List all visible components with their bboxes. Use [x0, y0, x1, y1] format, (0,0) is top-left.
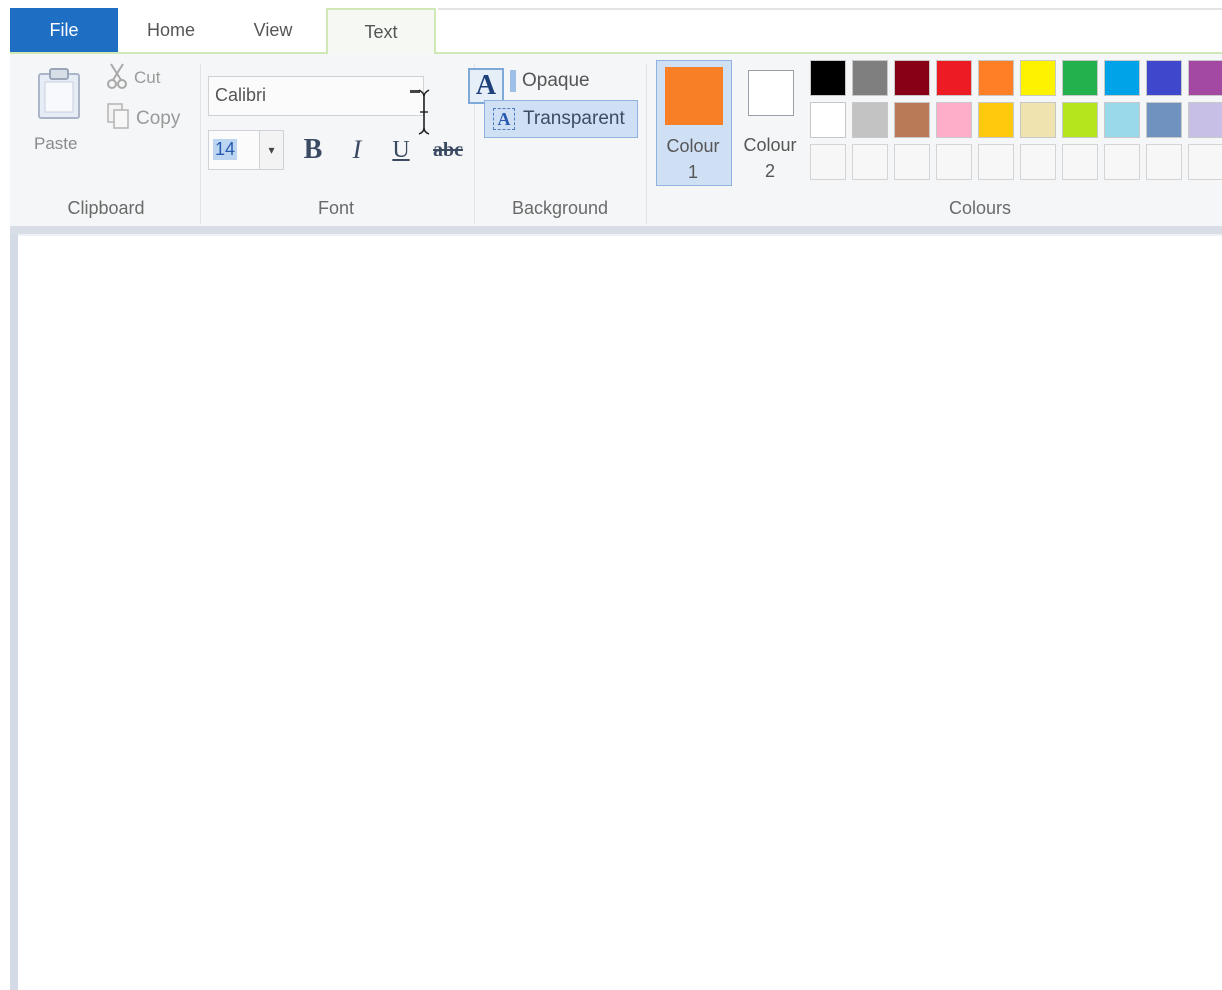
palette-colour-swatch[interactable] — [894, 60, 930, 96]
paste-button-label[interactable]: Paste — [34, 134, 77, 154]
palette-custom-slot[interactable] — [1062, 144, 1098, 180]
palette-colour-swatch[interactable] — [1146, 102, 1182, 138]
colour2-label: Colour 2 — [734, 132, 806, 184]
palette-colour-swatch[interactable] — [1020, 102, 1056, 138]
palette-custom-slot[interactable] — [1188, 144, 1222, 180]
colour2-label-line2: 2 — [764, 161, 775, 181]
clipboard-group-label: Clipboard — [67, 198, 145, 218]
tab-home[interactable]: Home — [128, 8, 214, 52]
palette-colour-swatch[interactable] — [1062, 102, 1098, 138]
group-divider — [646, 64, 647, 224]
copy-label: Copy — [136, 108, 181, 129]
font-family-input[interactable]: Calibri — [208, 76, 424, 116]
palette-colour-swatch[interactable] — [1188, 102, 1222, 138]
background-group-label: Background — [511, 198, 609, 218]
ribbon: Paste Cut Copy Clipboard Calibri 14 ▾ B … — [10, 54, 1222, 226]
transparent-label: Transparent — [523, 108, 625, 129]
group-divider — [200, 64, 201, 224]
palette-colour-swatch[interactable] — [1104, 102, 1140, 138]
ibeam-cursor-icon — [418, 88, 430, 136]
palette-colour-swatch[interactable] — [978, 102, 1014, 138]
ribbon-tab-bar: File Home View Text — [0, 0, 1222, 54]
palette-custom-slot[interactable] — [1020, 144, 1056, 180]
palette-colour-swatch[interactable] — [978, 60, 1014, 96]
colour1-label-line1: Colour — [666, 136, 720, 156]
copy-icon — [106, 102, 130, 136]
colour1-label-line2: 1 — [687, 162, 698, 182]
colour1-label: Colour 1 — [657, 133, 729, 185]
ribbon-bottom-border — [10, 226, 1222, 234]
palette-custom-slot[interactable] — [978, 144, 1014, 180]
palette-colour-swatch[interactable] — [1188, 60, 1222, 96]
scissors-icon — [106, 62, 128, 95]
transparent-a-icon: A — [493, 108, 515, 130]
palette-colour-swatch[interactable] — [810, 60, 846, 96]
opaque-marker — [510, 70, 516, 92]
palette-colour-swatch[interactable] — [1104, 60, 1140, 96]
palette-colour-swatch[interactable] — [894, 102, 930, 138]
cut-button[interactable]: Cut — [106, 62, 161, 95]
palette-custom-slot[interactable] — [1104, 144, 1140, 180]
tab-view[interactable]: View — [232, 8, 314, 52]
bold-button[interactable]: B — [298, 132, 328, 168]
palette-custom-slot[interactable] — [936, 144, 972, 180]
opaque-button[interactable]: Opaque — [510, 66, 590, 96]
palette-colour-swatch[interactable] — [936, 102, 972, 138]
canvas-left-edge — [10, 234, 18, 990]
italic-button[interactable]: I — [344, 132, 370, 168]
colour2-label-line1: Colour — [743, 135, 797, 155]
palette-custom-slot[interactable] — [852, 144, 888, 180]
font-size-input[interactable]: 14 — [208, 130, 260, 170]
palette-colour-swatch[interactable] — [936, 60, 972, 96]
transparent-button[interactable]: A Transparent — [484, 100, 638, 138]
drawing-canvas[interactable] — [18, 236, 1222, 990]
clipboard-icon[interactable] — [36, 66, 82, 120]
opaque-a-icon: A — [468, 68, 504, 104]
palette-custom-slot[interactable] — [1146, 144, 1182, 180]
cut-label: Cut — [134, 68, 161, 87]
tab-file[interactable]: File — [10, 8, 118, 52]
opaque-label: Opaque — [522, 70, 590, 91]
palette-colour-swatch[interactable] — [852, 60, 888, 96]
palette-colour-swatch[interactable] — [1062, 60, 1098, 96]
palette-custom-slot[interactable] — [810, 144, 846, 180]
colour2-swatch — [748, 70, 794, 116]
font-group-label: Font — [317, 198, 355, 218]
title-bar-edge — [438, 8, 1222, 10]
palette-colour-swatch[interactable] — [852, 102, 888, 138]
colour1-swatch — [665, 67, 723, 125]
colour1-button[interactable]: Colour 1 — [656, 60, 732, 186]
copy-button[interactable]: Copy — [106, 102, 181, 136]
palette-colour-swatch[interactable] — [810, 102, 846, 138]
font-size-dropdown[interactable]: ▾ — [260, 130, 284, 170]
strikethrough-button[interactable]: abc — [428, 132, 468, 168]
palette-colour-swatch[interactable] — [1146, 60, 1182, 96]
font-size-value: 14 — [213, 139, 238, 160]
underline-button[interactable]: U — [388, 132, 414, 168]
palette-custom-slot[interactable] — [894, 144, 930, 180]
tab-text[interactable]: Text — [326, 8, 436, 54]
palette-colour-swatch[interactable] — [1020, 60, 1056, 96]
colours-group-label: Colours — [948, 198, 1012, 218]
